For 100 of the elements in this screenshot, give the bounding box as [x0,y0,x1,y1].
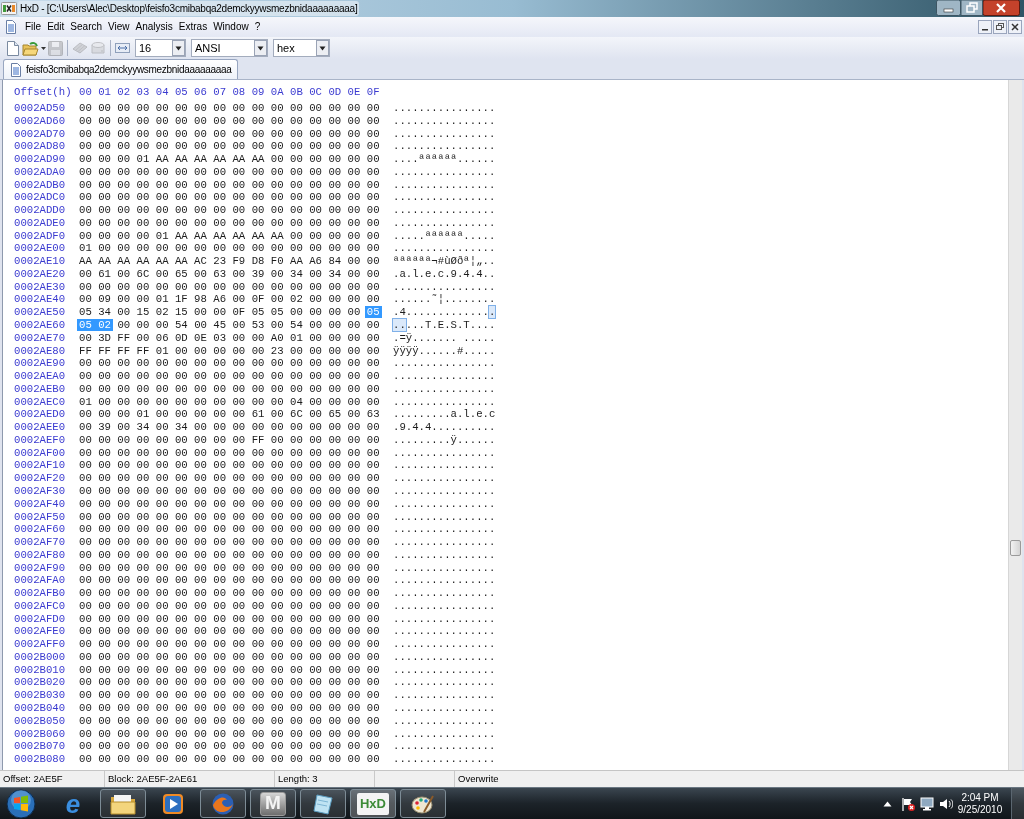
hex-bytes: 00 00 00 00 00 00 00 00 00 00 00 00 00 00 00 00 [79,676,380,689]
speaker-icon[interactable] [939,796,953,811]
dropdown[interactable]: hex [273,39,330,57]
ascii-text: ................ [393,753,496,766]
scrollbar-thumb[interactable] [1010,540,1021,556]
hex-bytes: 00 00 00 00 00 00 00 00 00 00 00 00 00 00 00 00 [79,625,380,638]
hex-bytes: 00 00 00 00 00 00 00 00 00 00 00 00 00 00 00 00 [79,510,380,523]
row-offset: 0002AF30 [14,484,67,498]
hex-bytes: 00 00 00 01 00 00 00 00 00 61 00 6C 00 65 00 63 [79,408,380,421]
hex-bytes: 05 34 00 15 02 15 00 00 0F 05 05 00 00 00 00 [79,306,361,319]
hex-bytes: 00 00 00 00 00 00 00 00 00 00 00 00 00 00 00 00 [79,689,380,702]
monitor-icon[interactable] [920,796,934,811]
menu-item[interactable]: Edit [44,20,68,34]
close-icon[interactable] [1008,20,1022,34]
menu-item[interactable]: Search [67,20,106,34]
letter-logo[interactable]: HxD [357,792,389,815]
hex-bytes: 00 00 00 00 00 00 00 00 00 00 00 00 00 00 00 00 [79,127,380,140]
menu-item[interactable]: Extras [175,20,211,34]
hex-bytes: 00 00 00 00 00 00 00 00 00 00 00 00 00 00 00 00 [79,714,380,727]
row-offset: 0002AE50 [14,306,67,319]
start-orb-icon[interactable] [6,788,36,819]
ascii-text: ªªªªªª¬#ùØðª¦„.. [393,255,496,268]
menu-item[interactable]: View [105,20,133,34]
hex-bytes: 00 00 00 00 00 00 00 00 00 00 00 00 00 00 00 00 [79,561,380,574]
taskbar-button[interactable] [300,789,346,818]
row-offset: 0002AFD0 [14,612,67,626]
row-offset: 0002AF90 [14,561,67,575]
clock-date[interactable]: 9/25/2010 [957,803,1003,816]
ascii-text: ......˜¦........ [393,293,496,306]
caret-icon[interactable] [41,46,46,50]
hex-bytes: 00 00 00 00 00 00 00 00 00 00 00 00 00 00 00 00 [79,727,380,740]
row-offset: 0002ADE0 [14,216,67,230]
caret-icon[interactable] [172,40,185,56]
app-icon[interactable] [1,2,17,15]
dropdown[interactable]: ANSI [191,39,268,57]
taskbar-button[interactable]: HxD [350,789,396,818]
ascii-text: . [488,306,496,319]
page-icon[interactable] [312,792,334,815]
hex-bytes: 00 00 00 00 00 00 00 00 00 00 00 00 00 00 00 00 [79,280,380,293]
hex-bytes: 00 00 00 00 00 00 00 00 00 00 00 00 00 00 00 00 [79,446,380,459]
menu-item[interactable]: ? [251,20,264,34]
row-offset: 0002B030 [14,689,67,702]
menu-item[interactable]: Window [210,20,252,34]
ascii-text: .4............. [393,306,489,319]
taskbar-button[interactable] [400,789,446,818]
ascii-text: ................ [393,599,496,612]
row-offset: 0002AED0 [14,408,67,422]
row-offset: 0002AEA0 [14,370,67,383]
row-offset: 0002AD70 [14,127,67,141]
restore-icon[interactable] [961,0,983,16]
arrows-icon[interactable] [115,42,130,54]
clock-time[interactable]: 2:04 PM [961,791,999,804]
hex-bytes: 00 00 00 00 00 00 00 00 00 00 00 00 00 00 00 00 [79,370,380,383]
restore-icon[interactable] [993,20,1007,34]
status-text: Block: 2AE5F-2AE61 [108,772,198,786]
close-icon[interactable] [983,0,1020,16]
minimize-icon[interactable] [978,20,992,34]
row-offset: 0002AF50 [14,510,67,524]
hex-bytes: 00 61 00 6C 00 65 00 63 00 39 00 34 00 34 00 00 [79,267,380,280]
chevron-up-icon[interactable] [883,800,892,807]
hex-bytes: 00 00 00 54 00 45 00 53 00 54 00 00 00 00 [117,319,380,331]
row-offset: 0002AE60 [14,319,67,332]
tab[interactable]: feisfo3cmibabqa2demckyywsmezbnidaaaaaaaaa [3,59,238,79]
status-text: Overwrite [458,772,499,786]
scrollbar-track[interactable] [1008,80,1022,770]
hex-bytes: 00 00 00 00 00 00 00 00 00 00 00 00 00 00 00 00 [79,548,380,561]
globe-icon[interactable] [211,791,235,816]
hex-bytes: 00 00 00 00 00 00 00 00 00 00 00 00 00 00 00 00 [79,574,380,587]
menu-item[interactable]: File [22,20,45,34]
ascii-text: ................ [393,459,496,472]
hex-bytes: 00 00 00 00 00 00 00 00 00 00 00 00 00 00 00 00 [79,178,380,191]
dropdown[interactable]: 16 [135,39,186,57]
column-header: 00 01 02 03 04 05 06 07 08 09 0A 0B 0C 0D 0E 0F [79,86,381,99]
ascii-text: ................ [393,382,496,395]
row-offset: 0002B000 [14,650,67,664]
folder-icon[interactable] [110,792,136,815]
hex-bytes: 00 00 00 00 00 00 00 00 00 00 00 00 00 00 00 00 [79,753,380,766]
hex-bytes: 00 00 00 00 00 00 00 00 00 FF 00 00 00 00 00 00 [79,433,380,446]
taskbar-button[interactable] [100,789,146,818]
document-icon[interactable] [5,20,17,34]
letter-logo[interactable]: e [65,791,81,816]
row-offset: 0002AE40 [14,293,67,307]
flag-icon[interactable] [901,796,915,811]
hex-bytes: 00 39 00 34 00 34 00 00 00 00 00 00 00 00 00 00 [79,421,380,434]
row-offset: 0002AEB0 [14,382,67,396]
caret-icon[interactable] [254,40,267,56]
row-offset: 0002B050 [14,714,67,728]
new-file-icon[interactable] [6,40,20,56]
row-offset: 0002AFE0 [14,625,67,639]
caret-icon[interactable] [316,40,329,56]
hex-bytes: 00 00 00 00 00 00 00 00 00 00 00 00 00 00 00 00 [79,638,380,651]
ascii-text: ÿÿÿÿ......#..... [393,344,496,357]
hex-bytes: 00 3D FF 00 06 0D 0E 03 00 00 A0 01 00 00 00 00 [79,331,380,344]
hex-bytes: 00 00 00 00 00 00 00 00 00 00 00 00 00 00 00 00 [79,599,380,612]
play-icon[interactable] [162,792,184,815]
menu-item[interactable]: Analysis [132,20,176,34]
ascii-text: ................ [393,497,496,510]
ascii-text: ................ [393,523,496,536]
ascii-text: ....ªªªªªª...... [393,153,496,166]
ascii-text: ................ [393,216,496,229]
